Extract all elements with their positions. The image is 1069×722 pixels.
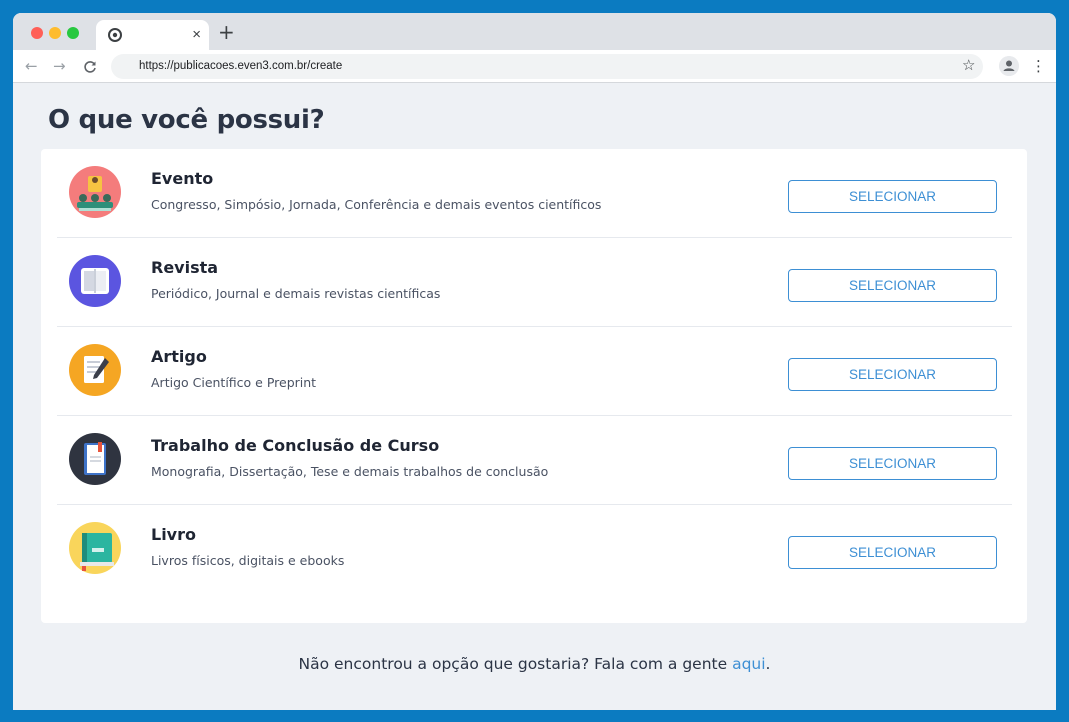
contact-link[interactable]: aqui <box>732 655 765 673</box>
option-tcc: Trabalho de Conclusão de Curso Monografi… <box>57 416 1012 505</box>
option-title: Revista <box>151 258 219 277</box>
event-icon <box>69 166 121 218</box>
option-description: Livros físicos, digitais e ebooks <box>151 553 345 568</box>
options-card: Evento Congresso, Simpósio, Jornada, Con… <box>41 149 1027 623</box>
option-description: Artigo Científico e Preprint <box>151 375 317 390</box>
thesis-icon <box>69 433 121 485</box>
select-artigo-button[interactable]: SELECIONAR <box>788 358 997 391</box>
forward-arrow-icon[interactable]: → <box>53 57 66 75</box>
chrome-favicon-icon <box>108 28 122 42</box>
back-arrow-icon[interactable]: ← <box>25 57 38 75</box>
reload-icon[interactable] <box>83 60 97 74</box>
option-title: Livro <box>151 525 196 544</box>
option-description: Periódico, Journal e demais revistas cie… <box>151 286 441 301</box>
option-title: Evento <box>151 169 214 188</box>
close-window-button[interactable] <box>31 27 43 39</box>
select-livro-button[interactable]: SELECIONAR <box>788 536 997 569</box>
option-evento: Evento Congresso, Simpósio, Jornada, Con… <box>57 149 1012 238</box>
minimize-window-button[interactable] <box>49 27 61 39</box>
browser-tab[interactable]: × <box>96 20 209 50</box>
tab-close-icon[interactable]: × <box>192 26 201 44</box>
maximize-window-button[interactable] <box>67 27 79 39</box>
profile-avatar-icon[interactable] <box>999 56 1019 76</box>
footer-text: Não encontrou a opção que gostaria? Fala… <box>298 655 733 673</box>
browser-toolbar: ← → https://publicacoes.even3.com.br/cre… <box>13 50 1056 83</box>
option-description: Congresso, Simpósio, Jornada, Conferênci… <box>151 197 602 212</box>
browser-window: × + ← → https://publicacoes.even3.com.br… <box>13 13 1056 710</box>
option-revista: Revista Periódico, Journal e demais revi… <box>57 238 1012 327</box>
journal-icon <box>69 255 121 307</box>
bookmark-star-icon[interactable]: ☆ <box>962 56 975 74</box>
select-revista-button[interactable]: SELECIONAR <box>788 269 997 302</box>
new-tab-button[interactable]: + <box>218 22 235 42</box>
more-menu-icon[interactable]: ⋮ <box>1031 57 1046 75</box>
select-evento-button[interactable]: SELECIONAR <box>788 180 997 213</box>
url-text: https://publicacoes.even3.com.br/create <box>139 60 343 72</box>
book-icon <box>69 522 121 574</box>
option-artigo: Artigo Artigo Científico e Preprint SELE… <box>57 327 1012 416</box>
article-icon <box>69 344 121 396</box>
select-tcc-button[interactable]: SELECIONAR <box>788 447 997 480</box>
option-description: Monografia, Dissertação, Tese e demais t… <box>151 464 549 479</box>
option-livro: Livro Livros físicos, digitais e ebooks … <box>57 505 1012 594</box>
option-title: Trabalho de Conclusão de Curso <box>151 436 440 455</box>
footer-suffix: . <box>765 655 771 673</box>
address-bar[interactable]: https://publicacoes.even3.com.br/create <box>111 54 983 79</box>
tab-strip: × + <box>13 13 1056 50</box>
page-title: O que você possui? <box>48 105 325 135</box>
footer-help-text: Não encontrou a opção que gostaria? Fala… <box>13 655 1056 673</box>
option-title: Artigo <box>151 347 207 366</box>
